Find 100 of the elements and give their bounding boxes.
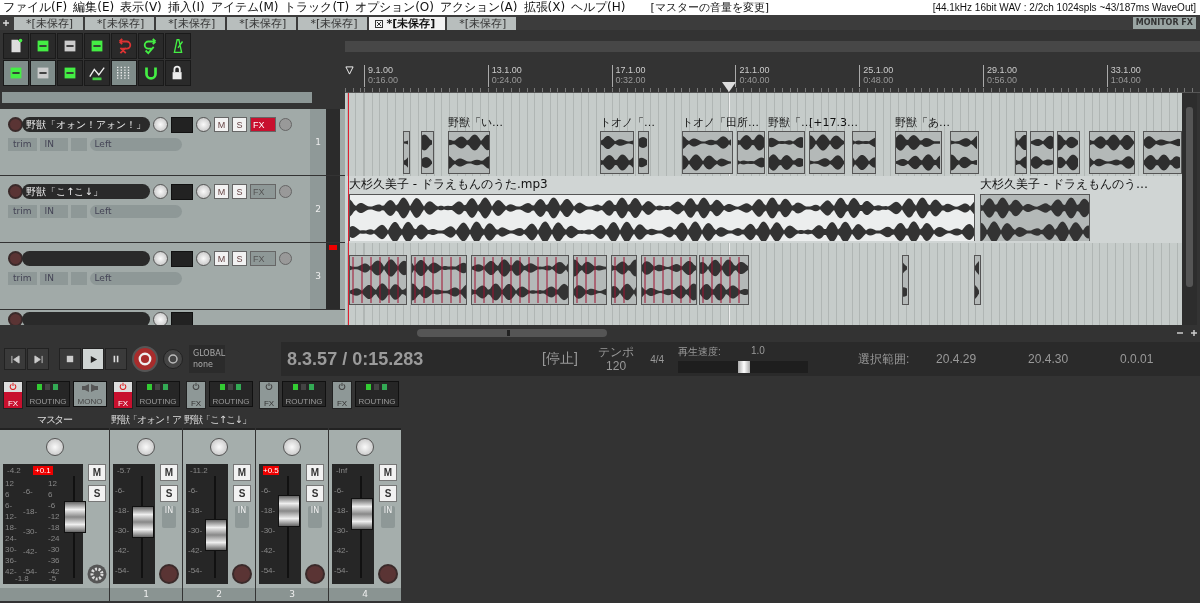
routing-button[interactable]: ROUTING bbox=[136, 381, 180, 407]
audio-item[interactable] bbox=[950, 131, 979, 174]
record-arm-button[interactable] bbox=[8, 184, 23, 199]
mute-button[interactable]: M bbox=[214, 117, 229, 132]
audio-item[interactable] bbox=[699, 255, 749, 305]
fader-handle[interactable] bbox=[132, 505, 154, 538]
mute-button[interactable]: M bbox=[379, 464, 397, 481]
menu-item[interactable]: オプション(O) bbox=[352, 0, 437, 16]
pan-knob[interactable] bbox=[196, 117, 211, 132]
mute-button[interactable]: M bbox=[233, 464, 251, 481]
mute-button[interactable]: M bbox=[214, 251, 229, 266]
audio-item[interactable] bbox=[573, 255, 607, 305]
volume-knob[interactable] bbox=[153, 312, 168, 325]
solo-button[interactable]: S bbox=[233, 485, 251, 502]
routing-button[interactable]: ROUTING bbox=[209, 381, 253, 407]
routing-button[interactable]: ROUTING bbox=[355, 381, 399, 407]
mute-button[interactable]: M bbox=[214, 184, 229, 199]
audio-item[interactable] bbox=[852, 131, 876, 174]
playrate-slider[interactable] bbox=[678, 361, 809, 373]
toolbar-button[interactable] bbox=[57, 33, 83, 59]
audio-item[interactable] bbox=[349, 255, 407, 305]
toolbar-button[interactable] bbox=[30, 60, 56, 86]
fx-button[interactable]: FX bbox=[3, 381, 23, 409]
record-arm-button[interactable] bbox=[8, 117, 23, 132]
menu-item[interactable]: アクション(A) bbox=[436, 0, 521, 16]
fader-handle[interactable] bbox=[205, 519, 227, 552]
solo-button[interactable]: S bbox=[379, 485, 397, 502]
solo-button[interactable]: S bbox=[306, 485, 324, 502]
horizontal-scrollbar[interactable] bbox=[417, 328, 607, 337]
track-header[interactable]: 野獣「こ↑こ↓」 M S FX trim IN Left 2 bbox=[0, 176, 345, 243]
monitor-fx-button[interactable]: MONITOR FX bbox=[1132, 17, 1196, 29]
fx-button[interactable]: FX bbox=[113, 381, 133, 409]
menu-item[interactable]: 編集(E) bbox=[70, 0, 118, 16]
audio-item[interactable] bbox=[611, 255, 637, 305]
audio-item[interactable] bbox=[600, 131, 634, 174]
tempo-box[interactable]: テンポ 120 bbox=[594, 345, 639, 373]
menu-item[interactable]: 拡張(X) bbox=[520, 0, 569, 16]
track-name-field[interactable]: 野獣「オォン！アォン！」 bbox=[22, 117, 150, 132]
toolbar-button[interactable] bbox=[3, 60, 29, 86]
go-to-start-button[interactable] bbox=[4, 348, 26, 370]
menu-item[interactable]: アイテム(M) bbox=[207, 0, 282, 16]
audio-item[interactable] bbox=[411, 255, 467, 305]
timeline-ruler[interactable]: 9.1.00 0:16.00 13.1.00 0:24.00 17.1.00 0:32.00 21.1.00 0:40.00 25.1.00 0:48.00 29.1.00 0:56.00 33.1.00 1:04.00 bbox=[345, 62, 1200, 93]
routing-button[interactable]: ROUTING bbox=[26, 381, 70, 407]
track-header[interactable]: 野獣「オォン！アォン！」 M S FX trim IN Left 1 bbox=[0, 109, 345, 176]
audio-item[interactable] bbox=[403, 131, 410, 174]
track-name-field[interactable]: 野獣「こ↑こ↓」 bbox=[22, 184, 150, 199]
mute-button[interactable]: M bbox=[306, 464, 324, 481]
repeat-button[interactable] bbox=[163, 349, 183, 369]
audio-item[interactable] bbox=[448, 131, 490, 174]
menu-item[interactable]: 挿入(I) bbox=[164, 0, 208, 16]
menu-item[interactable]: ファイル(F) bbox=[0, 0, 71, 16]
project-tab[interactable]: *[未保存] bbox=[156, 17, 226, 30]
audio-item[interactable] bbox=[809, 131, 845, 174]
pan-knob[interactable] bbox=[356, 438, 374, 456]
mute-button[interactable]: M bbox=[160, 464, 178, 481]
audio-item[interactable] bbox=[641, 255, 697, 305]
volume-knob[interactable] bbox=[153, 184, 168, 199]
solo-button[interactable]: S bbox=[232, 184, 247, 199]
toolbar-button[interactable] bbox=[84, 60, 110, 86]
toolbar-button[interactable] bbox=[165, 33, 191, 59]
solo-button[interactable]: S bbox=[88, 485, 106, 502]
pan-knob[interactable] bbox=[210, 438, 228, 456]
record-arm-button[interactable] bbox=[305, 564, 325, 584]
record-arm-button[interactable] bbox=[159, 564, 179, 584]
menu-item[interactable]: ヘルプ(H) bbox=[568, 0, 629, 16]
audio-item[interactable] bbox=[1030, 131, 1054, 174]
audio-item[interactable] bbox=[974, 255, 981, 305]
toolbar-button[interactable] bbox=[30, 33, 56, 59]
volume-knob[interactable] bbox=[153, 251, 168, 266]
project-tab[interactable]: *[未保存] bbox=[227, 17, 297, 30]
audio-item[interactable] bbox=[682, 131, 733, 174]
toolbar-button[interactable] bbox=[111, 60, 137, 86]
track-header[interactable]: M S FX trim IN Left 3 bbox=[0, 243, 345, 310]
audio-item[interactable] bbox=[768, 131, 805, 174]
routing-button[interactable]: ROUTING bbox=[282, 381, 326, 407]
toolbar-button[interactable] bbox=[165, 60, 191, 86]
volume-knob[interactable] bbox=[153, 117, 168, 132]
audio-item[interactable] bbox=[1015, 131, 1027, 174]
audio-item[interactable] bbox=[1143, 131, 1182, 174]
slider-thumb[interactable] bbox=[738, 361, 751, 373]
solo-button[interactable]: S bbox=[232, 117, 247, 132]
toolbar-button[interactable] bbox=[3, 33, 29, 59]
time-signature[interactable]: 4/4 bbox=[642, 353, 673, 365]
close-icon[interactable] bbox=[375, 19, 384, 28]
record-arm-button[interactable] bbox=[378, 564, 398, 584]
audio-item[interactable] bbox=[902, 255, 909, 305]
audio-device-info[interactable]: [44.1kHz 16bit WAV : 2/2ch 1024spls ~43/187ms WaveOut] bbox=[932, 2, 1200, 13]
audio-item[interactable] bbox=[980, 194, 1090, 241]
plus-icon[interactable] bbox=[2, 19, 10, 27]
audio-item[interactable] bbox=[471, 255, 569, 305]
project-tab[interactable]: *[未保存] bbox=[447, 17, 517, 30]
route-button[interactable] bbox=[171, 250, 193, 267]
route-button[interactable] bbox=[171, 311, 193, 325]
audio-item[interactable] bbox=[638, 131, 649, 174]
solo-button[interactable]: S bbox=[232, 251, 247, 266]
project-tab[interactable]: *[未保存] bbox=[298, 17, 368, 30]
record-button[interactable] bbox=[132, 346, 158, 372]
zoom-in-button[interactable] bbox=[1188, 328, 1200, 337]
record-arm-button[interactable] bbox=[8, 312, 23, 325]
